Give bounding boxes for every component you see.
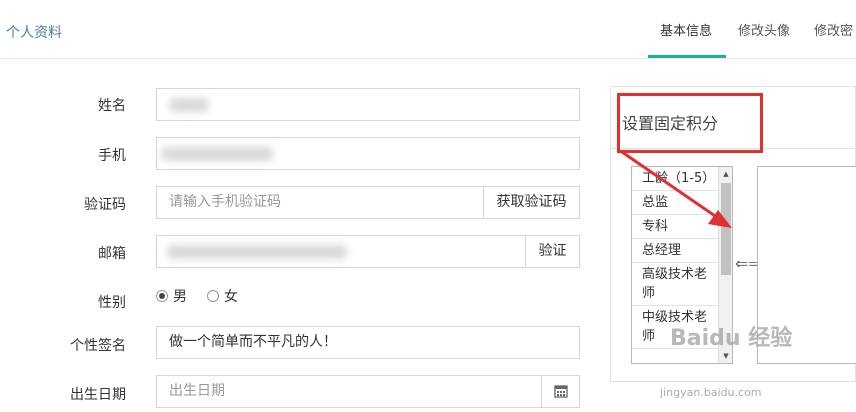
verify-email-button[interactable]: 验证 <box>525 235 580 268</box>
redacted-name <box>169 98 209 112</box>
page-title: 个人资料 <box>6 25 62 41</box>
redacted-phone <box>161 147 273 161</box>
tab-basic-info[interactable]: 基本信息 <box>648 0 727 58</box>
gender-female-radio[interactable] <box>207 290 219 302</box>
list-item[interactable]: 总经理 <box>632 239 718 263</box>
tab-change-avatar[interactable]: 修改头像 <box>726 0 802 58</box>
redacted-email <box>167 245 347 259</box>
header-divider <box>0 58 856 59</box>
captcha-label: 验证码 <box>84 197 126 213</box>
birthday-input[interactable]: 出生日期 <box>156 375 542 408</box>
name-label: 姓名 <box>98 98 126 114</box>
email-field[interactable] <box>156 235 526 268</box>
scroll-thumb[interactable] <box>721 183 731 275</box>
name-field[interactable] <box>156 88 580 121</box>
list-item[interactable]: 高级技术老师 <box>632 263 718 306</box>
gender-male-option[interactable]: 男 <box>156 286 187 306</box>
calendar-icon <box>553 385 568 398</box>
gender-male-radio[interactable] <box>156 290 168 302</box>
email-label: 邮箱 <box>98 246 126 262</box>
birthday-label: 出生日期 <box>70 387 126 403</box>
list-item[interactable]: 工龄（1-5） <box>632 167 718 191</box>
gender-label: 性别 <box>98 295 126 311</box>
gender-female-label: 女 <box>224 289 238 305</box>
profile-tabs: 基本信息 修改头像 修改密 <box>648 0 856 58</box>
captcha-placeholder: 请输入手机验证码 <box>169 194 281 210</box>
phone-label: 手机 <box>98 148 126 164</box>
annotation-highlight-box <box>617 93 763 153</box>
gender-female-option[interactable]: 女 <box>207 286 238 306</box>
phone-field[interactable] <box>156 137 580 170</box>
list-item[interactable]: 总监 <box>632 191 718 215</box>
scroll-up-arrow-icon[interactable]: ▲ <box>721 169 731 179</box>
tab-change-password[interactable]: 修改密 <box>802 0 856 58</box>
gender-male-label: 男 <box>173 289 187 305</box>
signature-field[interactable]: 做一个简单而不平凡的人！ <box>156 326 580 359</box>
signature-label: 个性签名 <box>70 338 126 354</box>
list-item[interactable]: 专科 <box>632 215 718 239</box>
get-captcha-button[interactable]: 获取验证码 <box>483 186 580 219</box>
scroll-down-arrow-icon[interactable]: ▼ <box>721 351 731 361</box>
captcha-input[interactable]: 请输入手机验证码 <box>156 186 484 219</box>
watermark-url: jingyan.baidu.com <box>660 386 762 399</box>
watermark-logo: Baidu 经验 <box>670 326 793 351</box>
calendar-button[interactable] <box>541 375 580 408</box>
gender-radio-group: 男 女 <box>156 286 258 306</box>
birthday-placeholder: 出生日期 <box>169 383 225 399</box>
